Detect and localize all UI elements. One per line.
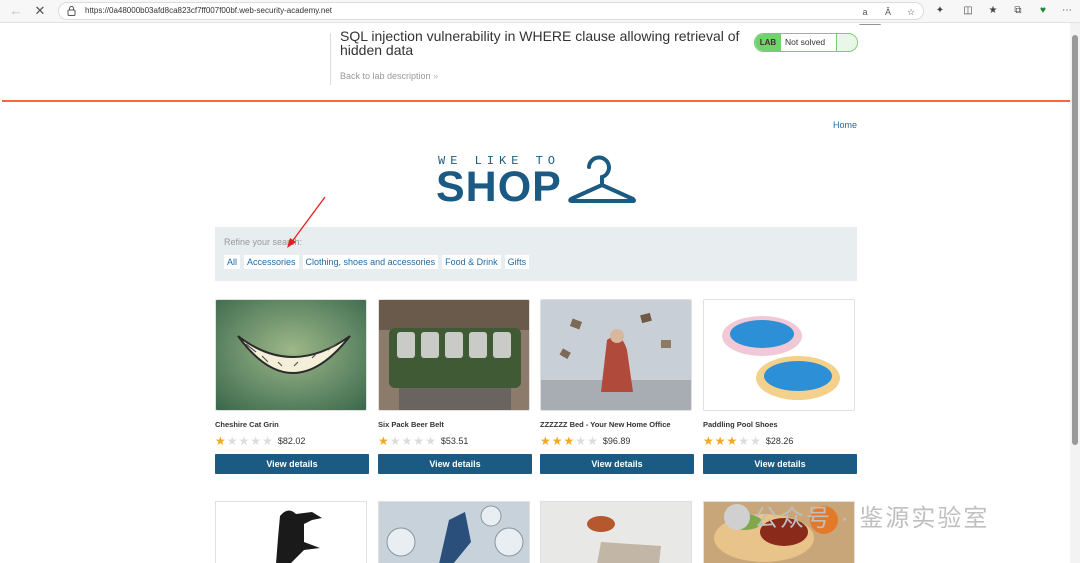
browser-toolbar: ← ✕ https://0a48000b03afd8ca823cf7ff007f… (0, 0, 1080, 29)
product-price: $96.89 (602, 436, 631, 446)
star-icon: ★ (262, 434, 273, 448)
star-icon: ★ (575, 434, 587, 448)
lab-status-text: Not solved (785, 37, 826, 47)
close-icon[interactable]: ✕ (32, 3, 48, 19)
favorite-star-icon[interactable]: ☆ (905, 6, 917, 18)
category-gifts[interactable]: Gifts (504, 255, 530, 269)
read-aloud-icon[interactable]: a⸻ (859, 6, 881, 29)
product-rating: ★ ★ ★ ★ ★ $96.89 (540, 434, 694, 448)
star-icon: ★ (226, 434, 238, 448)
divider (330, 33, 331, 85)
category-clothing[interactable]: Clothing, shoes and accessories (302, 255, 439, 269)
watermark: 公众号 · 鉴源实验室 (724, 498, 989, 533)
lab-title: SQL injection vulnerability in WHERE cla… (340, 28, 740, 58)
product-card: ZZZZZZ Bed - Your New Home Office ★ ★ ★ ★ ★ … (540, 299, 694, 474)
category-all[interactable]: All (224, 255, 241, 269)
product-name: Six Pack Beer Belt (378, 420, 444, 429)
view-details-button[interactable]: View details (378, 454, 532, 474)
star-icon: ★ (425, 434, 436, 448)
product-image[interactable] (378, 299, 530, 411)
product-rating: ★ ★ ★ ★ ★ $53.51 (378, 434, 532, 448)
product-card: Paddling Pool Shoes ★ ★ ★ ★ ★ $28.26 View de… (703, 299, 857, 474)
star-icon: ★ (413, 434, 425, 448)
product-name: Cheshire Cat Grin (215, 420, 279, 429)
lab-badge-label: LAB (755, 34, 781, 51)
text-size-icon[interactable]: Â (882, 6, 894, 18)
product-rating: ★ ★ ★ ★ ★ $28.26 (703, 434, 857, 448)
star-icon: ★ (563, 434, 575, 448)
url-text[interactable]: https://0a48000b03afd8ca823cf7ff007f00bf… (85, 6, 332, 15)
logo-text: SHOP (436, 163, 562, 211)
product-image[interactable] (703, 299, 855, 411)
star-icon: ★ (750, 434, 761, 448)
product-rating: ★ ★ ★ ★ ★ $82.02 (215, 434, 369, 448)
more-menu-icon[interactable]: ⋯ (1060, 4, 1074, 18)
chevron-right-icon: » (433, 71, 439, 81)
product-price: $82.02 (277, 436, 306, 446)
view-details-button[interactable]: View details (703, 454, 857, 474)
browser-essentials-icon[interactable]: ♥ (1036, 4, 1050, 18)
address-bar[interactable]: https://0a48000b03afd8ca823cf7ff007f00bf… (58, 2, 924, 29)
scrollbar-thumb[interactable] (1072, 35, 1078, 445)
back-to-lab-description-link[interactable]: Back to lab description » (340, 71, 438, 81)
watermark-text: 公众号 · 鉴源实验室 (754, 505, 990, 532)
category-accessories[interactable]: Accessories (244, 255, 299, 269)
star-icon: ★ (215, 434, 226, 448)
view-details-button[interactable]: View details (540, 454, 694, 474)
extensions-icon[interactable]: ✦ (933, 4, 947, 18)
back-arrow-icon[interactable]: ← (8, 3, 24, 19)
lab-status-badge: LAB Not solved (754, 33, 858, 52)
category-links: All Accessories Clothing, shoes and acce… (224, 255, 533, 269)
star-icon: ★ (238, 434, 250, 448)
product-name: Paddling Pool Shoes (703, 420, 778, 429)
star-icon: ★ (389, 434, 401, 448)
view-details-button[interactable]: View details (215, 454, 369, 474)
status-toggle (836, 34, 857, 51)
product-image[interactable] (378, 501, 530, 563)
product-image[interactable] (540, 299, 692, 411)
split-screen-icon[interactable]: ◫ (961, 4, 975, 18)
star-icon: ★ (401, 434, 413, 448)
home-link[interactable]: Home (833, 120, 857, 130)
product-price: $28.26 (765, 436, 794, 446)
star-icon: ★ (540, 434, 551, 448)
product-card: Six Pack Beer Belt ★ ★ ★ ★ ★ $53.51 View det… (378, 299, 532, 474)
product-image[interactable] (540, 501, 692, 563)
star-icon: ★ (703, 434, 714, 448)
back-link-label[interactable]: Back to lab description (340, 71, 431, 81)
product-image[interactable] (215, 501, 367, 563)
star-icon: ★ (250, 434, 262, 448)
collections-icon[interactable]: ⧉ (1011, 4, 1025, 18)
star-icon: ★ (714, 434, 726, 448)
star-icon: ★ (587, 434, 598, 448)
star-icon: ★ (726, 434, 738, 448)
lock-icon[interactable] (67, 5, 76, 16)
product-image[interactable] (215, 299, 367, 411)
product-price: $53.51 (440, 436, 469, 446)
hanger-icon (568, 155, 636, 203)
star-icon: ★ (551, 434, 563, 448)
product-card: Cheshire Cat Grin ★ ★ ★ ★ ★ $82.02 View deta… (215, 299, 369, 474)
category-food-drink[interactable]: Food & Drink (442, 255, 501, 269)
scrollbar[interactable] (1070, 23, 1080, 563)
product-name: ZZZZZZ Bed - Your New Home Office (540, 420, 671, 429)
annotation-arrow (287, 196, 326, 248)
favorites-icon[interactable]: ★ (986, 4, 1000, 18)
header-divider (2, 100, 1070, 102)
star-icon: ★ (738, 434, 750, 448)
star-icon: ★ (378, 434, 389, 448)
